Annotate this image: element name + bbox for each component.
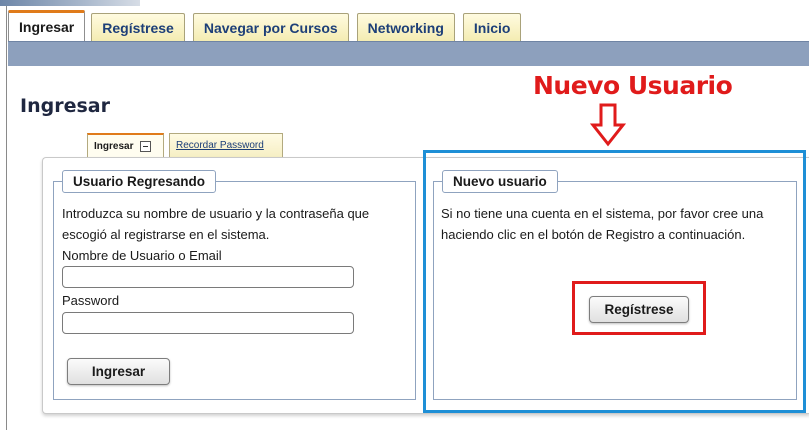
registrese-button[interactable]: Regístrese xyxy=(589,296,689,323)
tab-navegar-por-cursos[interactable]: Navegar por Cursos xyxy=(192,13,349,41)
header-decoration xyxy=(0,0,140,6)
annotation-label: Nuevo Usuario xyxy=(533,71,733,100)
new-user-text-line2: haciendo clic en el botón de Registro a … xyxy=(441,227,746,242)
main-nav-tabs: Ingresar Regístrese Navegar por Cursos N… xyxy=(8,10,529,41)
new-user-legend: Nuevo usuario xyxy=(442,170,558,193)
subtab-ingresar[interactable]: Ingresar xyxy=(87,133,164,158)
password-input[interactable] xyxy=(62,312,354,334)
nav-band xyxy=(8,41,809,66)
subtab-recordar-password[interactable]: Recordar Password xyxy=(169,133,283,158)
tab-networking[interactable]: Networking xyxy=(356,13,455,41)
minus-box-icon[interactable] xyxy=(140,140,152,152)
tab-ingresar[interactable]: Ingresar xyxy=(8,10,86,41)
password-label: Password xyxy=(62,293,120,308)
down-arrow-icon xyxy=(590,103,626,147)
returning-user-legend: Usuario Regresando xyxy=(62,170,217,193)
page-title: Ingresar xyxy=(20,95,110,117)
username-label: Nombre de Usuario o Email xyxy=(62,248,222,263)
tab-inicio[interactable]: Inicio xyxy=(462,13,522,41)
new-user-text-line1: Si no tiene una cuenta en el sistema, po… xyxy=(441,206,764,221)
page-border xyxy=(6,6,7,430)
returning-user-intro-line2: escogió al registrarse en el sistema. xyxy=(62,227,270,242)
ingresar-button[interactable]: Ingresar xyxy=(67,358,170,385)
returning-user-intro-line1: Introduzca su nombre de usuario y la con… xyxy=(62,206,370,221)
tab-registrese[interactable]: Regístrese xyxy=(91,13,185,41)
subtab-ingresar-label: Ingresar xyxy=(94,140,134,152)
username-input[interactable] xyxy=(62,266,354,288)
